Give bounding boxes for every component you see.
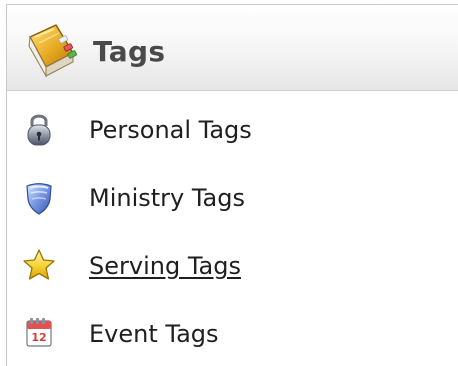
menu-item-label: Ministry Tags (89, 184, 245, 212)
menu-item-personal-tags[interactable]: Personal Tags (7, 101, 458, 161)
address-book-icon (28, 24, 77, 78)
panel-title: Tags (93, 35, 166, 68)
menu-item-label: Event Tags (89, 320, 219, 348)
star-icon (23, 249, 55, 280)
tags-panel: Tags Personal Tags Ministry Tags Serving… (6, 4, 458, 366)
panel-header: Tags (7, 5, 458, 91)
shield-icon (26, 183, 52, 215)
menu-item-label: Serving Tags (89, 252, 241, 280)
calendar-day: 12 (31, 331, 46, 344)
lock-icon (27, 114, 51, 146)
calendar-icon: 12 (26, 318, 52, 347)
menu-item-label: Personal Tags (89, 116, 252, 144)
menu-item-ministry-tags[interactable]: Ministry Tags (7, 169, 458, 229)
menu-item-event-tags[interactable]: 12 Event Tags (7, 305, 458, 365)
menu-item-serving-tags[interactable]: Serving Tags (7, 237, 458, 297)
